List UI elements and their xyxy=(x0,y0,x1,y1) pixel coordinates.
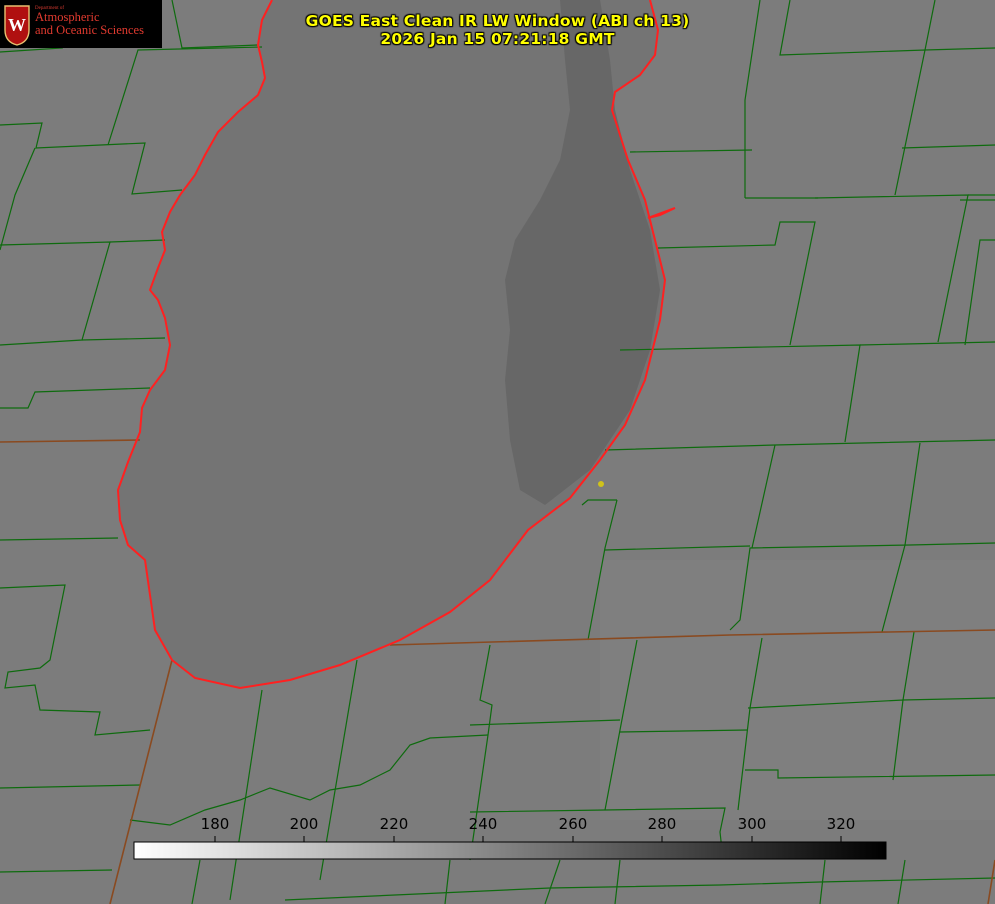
image-title: GOES East Clean IR LW Window (ABI ch 13) xyxy=(305,12,690,30)
colorbar-tick-label: 200 xyxy=(289,815,319,833)
colorbar-tick-label: 180 xyxy=(200,815,230,833)
ir-imagery-southeast-brightening xyxy=(600,560,995,820)
university-seal-icon: W xyxy=(4,5,30,46)
colorbar-tick-label: 260 xyxy=(558,815,588,833)
colorbar-tick-label: 240 xyxy=(468,815,498,833)
colorbar-tick-label: 300 xyxy=(737,815,767,833)
colorbar-tick-label: 280 xyxy=(647,815,677,833)
svg-text:W: W xyxy=(8,15,26,35)
colorbar-tick-label: 320 xyxy=(826,815,856,833)
colorbar-tick-label: 220 xyxy=(379,815,409,833)
station-marker xyxy=(598,481,604,487)
uw-aos-logo[interactable]: W Department of Atmospheric and Oceanic … xyxy=(0,0,162,48)
satellite-map[interactable] xyxy=(0,0,995,904)
image-timestamp: 2026 Jan 15 07:21:18 GMT xyxy=(380,30,615,48)
logo-line-2: and Oceanic Sciences xyxy=(35,23,144,37)
colorbar-gradient xyxy=(133,841,887,860)
